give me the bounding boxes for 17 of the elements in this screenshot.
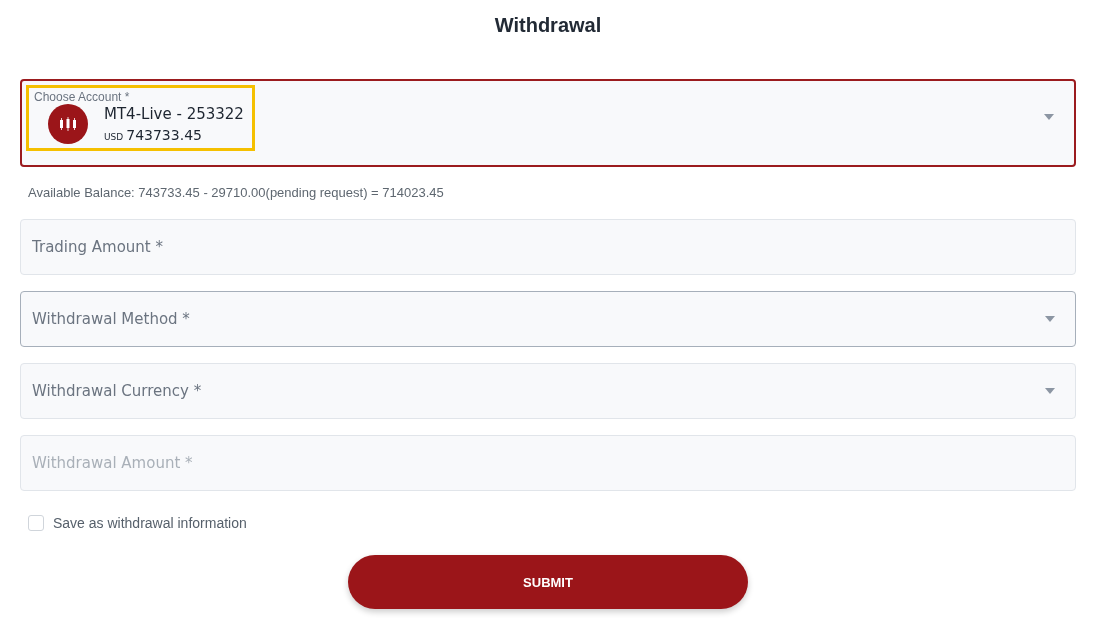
checkbox[interactable] [28, 515, 44, 531]
checkbox-label: Save as withdrawal information [53, 515, 247, 531]
input-field[interactable]: Trading Amount * [20, 219, 1076, 275]
page-title: Withdrawal [494, 14, 602, 37]
select-field[interactable]: Withdrawal Method * [20, 291, 1076, 347]
account-balance: 743733.45 [126, 126, 202, 143]
account-name: MT4-Live - 253322 [104, 104, 244, 123]
field-label: Choose Account * [34, 90, 131, 104]
select-field[interactable]: Withdrawal Currency * [20, 363, 1076, 419]
submit-button[interactable]: SUBMIT [348, 555, 748, 609]
candlestick-icon [48, 104, 88, 144]
dropdown-caret-icon [1044, 114, 1054, 120]
available-balance-text: Available Balance: 743733.45 - 29710.00(pending request) = 714023.45 [28, 185, 445, 200]
dropdown-caret-icon [1045, 316, 1055, 322]
currency-code: USD [104, 131, 124, 142]
account-select[interactable]: Choose Account * MT4-Live - 253322 USD 743733.45 [20, 79, 1076, 167]
dropdown-caret-icon [1045, 388, 1055, 394]
